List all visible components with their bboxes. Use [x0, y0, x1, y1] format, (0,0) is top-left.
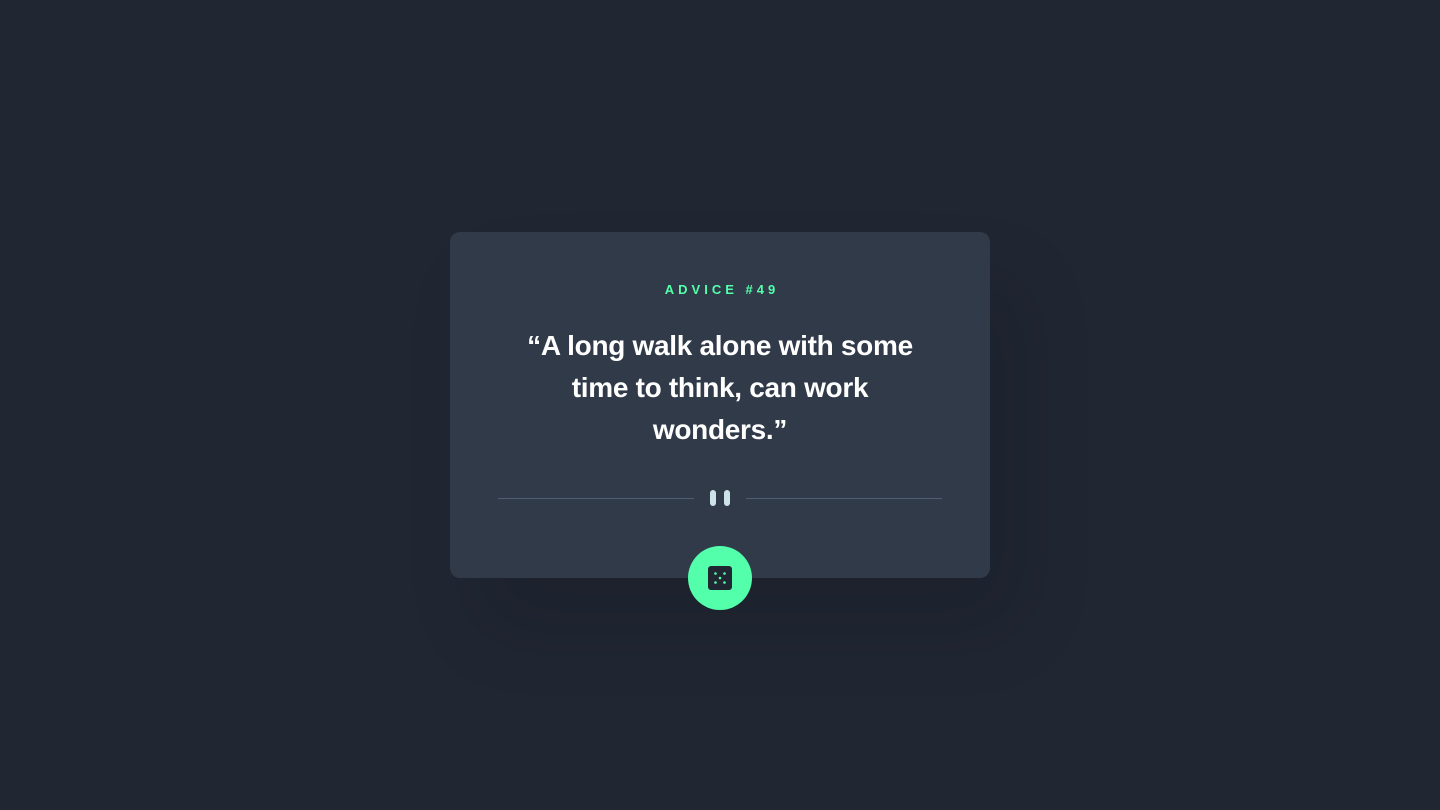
generate-advice-button[interactable] [688, 546, 752, 610]
advice-quote: “A long walk alone with some time to thi… [527, 330, 913, 445]
page: Advice #49 “A long walk alone with some … [0, 0, 1440, 810]
dice-icon [708, 566, 732, 590]
advice-id-label: Advice #49 [664, 282, 780, 297]
divider-line-right [746, 498, 942, 499]
divider-line-left [498, 498, 694, 499]
advice-card: Advice #49 “A long walk alone with some … [450, 232, 990, 578]
divider [498, 487, 942, 509]
pause-icon [710, 490, 730, 506]
